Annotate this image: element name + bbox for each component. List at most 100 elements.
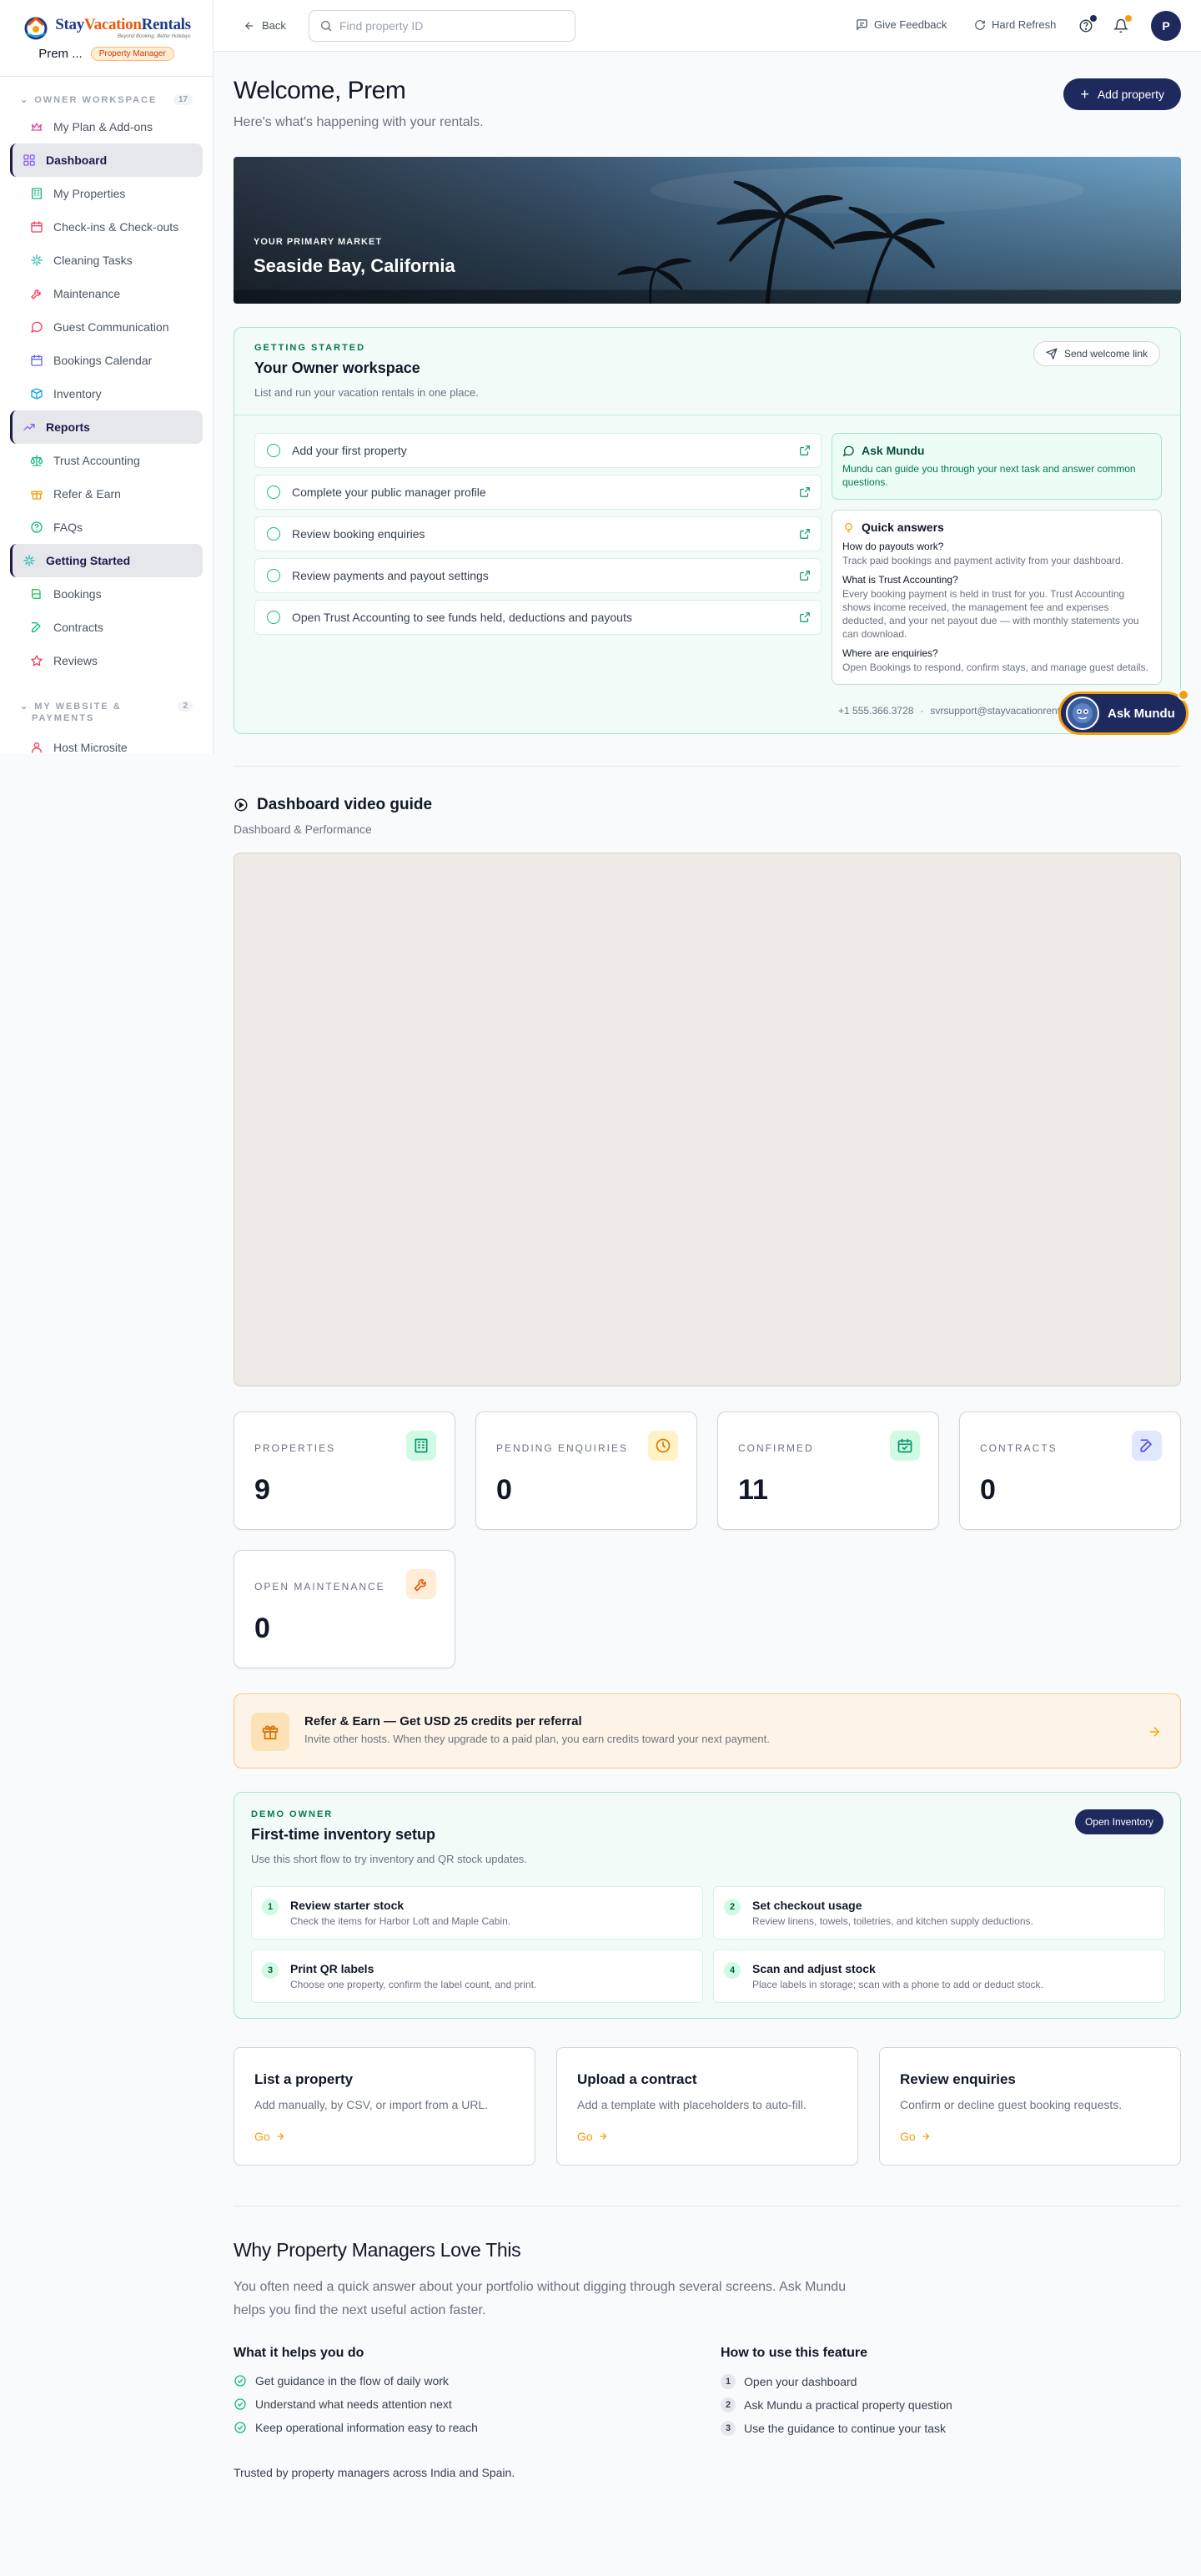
task-item[interactable]: Open Trust Accounting to see funds held,… — [254, 600, 822, 635]
sidebar-item-reports[interactable]: Reports — [10, 410, 203, 444]
notifications-button[interactable] — [1109, 14, 1133, 38]
demo-owner-label: DEMO OWNER — [251, 1809, 334, 1819]
help-button[interactable] — [1074, 14, 1098, 38]
arrow-right-icon — [600, 2133, 607, 2140]
faq-question: What is Trust Accounting? — [842, 574, 958, 586]
action-card-list-a-property[interactable]: List a property Add manually, by CSV, or … — [234, 2047, 535, 2166]
hard-refresh-button[interactable]: Hard Refresh — [974, 18, 1056, 31]
open-inventory-button[interactable]: Open Inventory — [1074, 1809, 1163, 1834]
action-card-upload-a-contract[interactable]: Upload a contract Add a template with pla… — [556, 2047, 858, 2166]
building-icon — [415, 1438, 428, 1453]
sparkle-icon — [23, 555, 35, 566]
sidebar-item-maintenance[interactable]: Maintenance — [10, 277, 203, 310]
task-item[interactable]: Add your first property — [254, 433, 822, 468]
go-link[interactable]: Go — [900, 2130, 931, 2143]
sidebar-item-my-plan-add-ons[interactable]: My Plan & Add-ons — [10, 110, 203, 143]
sidebar-item-reviews[interactable]: Reviews — [10, 644, 203, 677]
sidebar-item-bookings-calendar[interactable]: Bookings Calendar — [10, 344, 203, 377]
sidebar-item-label: Bookings Calendar — [53, 354, 153, 367]
section-owner-workspace[interactable]: ⌄ OWNER WORKSPACE 17 — [0, 90, 213, 108]
setup-step[interactable]: 3 Print QR labels Choose one property, con… — [251, 1950, 703, 2003]
sidebar-item-inventory[interactable]: Inventory — [10, 377, 203, 410]
video-title-text: Dashboard video guide — [257, 796, 433, 813]
avatar[interactable]: P — [1151, 11, 1181, 41]
external-link-icon[interactable] — [799, 570, 811, 581]
back-label: Back — [262, 19, 286, 32]
ask-mundu-box[interactable]: Ask Mundu Mundu can guide you through yo… — [832, 433, 1162, 500]
sidebar-item-trust-accounting[interactable]: Trust Accounting — [10, 444, 203, 477]
role-badge: Property Manager — [90, 47, 174, 61]
task-item[interactable]: Complete your public manager profile — [254, 475, 822, 510]
send-welcome-link-button[interactable]: Send welcome link — [1033, 341, 1160, 366]
sidebar-item-refer-earn[interactable]: Refer & Earn — [10, 477, 203, 511]
primary-market-banner: YOUR PRIMARY MARKET Seaside Bay, Califor… — [234, 157, 1181, 304]
checkbox-circle-icon — [267, 569, 280, 582]
stat-value: 11 — [738, 1474, 768, 1506]
task-label: Review booking enquiries — [292, 527, 425, 541]
sidebar-item-label: Refer & Earn — [53, 487, 121, 501]
checkbox-circle-icon — [267, 444, 280, 457]
stat-card-properties[interactable]: PROPERTIES 9 — [234, 1411, 455, 1530]
logo-tagline: Beyond Booking. Better Holidays — [118, 33, 191, 39]
refer-earn-banner[interactable]: Refer & Earn — Get USD 25 credits per re… — [234, 1693, 1181, 1768]
refresh-icon — [975, 19, 985, 30]
sidebar-item-bookings[interactable]: Bookings — [10, 577, 203, 611]
add-property-button[interactable]: + Add property — [1063, 78, 1181, 110]
ask-mundu-fab[interactable]: Ask Mundu — [1058, 689, 1189, 735]
stat-card-open-maintenance[interactable]: OPEN MAINTENANCE 0 — [234, 1550, 455, 1668]
search-input[interactable] — [339, 19, 556, 33]
topbar: Back Give Feedback Hard Refresh P — [214, 0, 1201, 52]
external-link-icon[interactable] — [799, 528, 811, 540]
sidebar-item-check-ins-check-outs[interactable]: Check-ins & Check-outs — [10, 210, 203, 244]
action-card-review-enquiries[interactable]: Review enquiries Confirm or decline guest… — [879, 2047, 1181, 2166]
step-number: 1 — [721, 2374, 736, 2389]
sidebar-item-faqs[interactable]: FAQs — [10, 511, 203, 544]
task-item[interactable]: Review booking enquiries — [254, 516, 822, 551]
setup-step[interactable]: 4 Scan and adjust stock Place labels in st… — [713, 1950, 1165, 2003]
sidebar-item-guest-communication[interactable]: Guest Communication — [10, 310, 203, 344]
play-circle-icon — [234, 798, 248, 812]
section-website-payments[interactable]: ⌄ MY WEBSITE & PAYMENTS 2 — [0, 701, 213, 726]
faq-answer: Track paid bookings and payment activity… — [842, 555, 1124, 566]
go-link[interactable]: Go — [577, 2130, 608, 2143]
video-player[interactable] — [234, 853, 1181, 1386]
sidebar-item-cleaning-tasks[interactable]: Cleaning Tasks — [10, 244, 203, 277]
checkbox-circle-icon — [267, 611, 280, 624]
user-icon — [32, 742, 42, 753]
sidebar-item-contracts[interactable]: Contracts — [10, 611, 203, 644]
sidebar-item-label: Maintenance — [53, 287, 121, 300]
step-desc: Review linens, towels, toiletries, and k… — [752, 1915, 1033, 1927]
external-link-icon[interactable] — [799, 445, 811, 456]
wrench-icon — [31, 289, 41, 299]
sidebar-item-label: Guest Communication — [53, 320, 169, 334]
stat-card-contracts[interactable]: CONTRACTS 0 — [959, 1411, 1181, 1530]
dashboard-icon — [23, 154, 35, 166]
sidebar-item-host-microsite[interactable]: Host Microsite — [10, 731, 203, 754]
sidebar-item-getting-started[interactable]: Getting Started — [10, 544, 203, 577]
setup-step[interactable]: 2 Set checkout usage Review linens, towels… — [713, 1886, 1165, 1940]
sidebar-item-my-properties[interactable]: My Properties — [10, 177, 203, 210]
go-link[interactable]: Go — [254, 2130, 285, 2143]
feedback-button[interactable]: Give Feedback — [856, 18, 947, 31]
support-email[interactable]: svrsupport@stayvacationrentals.com — [930, 705, 1073, 717]
refer-desc: Invite other hosts. When they upgrade to… — [304, 1733, 770, 1745]
external-link-icon[interactable] — [799, 611, 811, 623]
sidebar-nav: My Plan & Add-ons Dashboard My Properties C… — [0, 110, 213, 677]
support-phone[interactable]: +1 555.366.3728 — [838, 705, 913, 717]
external-link-icon[interactable] — [799, 486, 811, 498]
sidebar-item-label: Trust Accounting — [53, 454, 140, 467]
action-desc: Add manually, by CSV, or import from a U… — [254, 2098, 489, 2111]
task-label: Add your first property — [292, 444, 407, 457]
inventory-setup-title: First-time inventory setup — [251, 1826, 436, 1843]
sidebar-item-dashboard[interactable]: Dashboard — [10, 143, 203, 177]
faq-question: Where are enquiries? — [842, 647, 938, 659]
ask-mundu-title: Ask Mundu — [862, 444, 925, 457]
setup-step[interactable]: 1 Review starter stock Check the items for… — [251, 1886, 703, 1940]
back-button[interactable]: Back — [244, 19, 286, 32]
stat-card-confirmed[interactable]: CONFIRMED 11 — [717, 1411, 939, 1530]
task-item[interactable]: Review payments and payout settings — [254, 558, 822, 593]
quick-answers-box: Quick answers How do payouts work? Track … — [832, 510, 1162, 685]
book-icon — [32, 589, 41, 599]
logo[interactable]: StayVacationRentals Beyond Booking. Bett… — [22, 15, 191, 40]
stat-card-pending-enquiries[interactable]: PENDING ENQUIRIES 0 — [475, 1411, 697, 1530]
